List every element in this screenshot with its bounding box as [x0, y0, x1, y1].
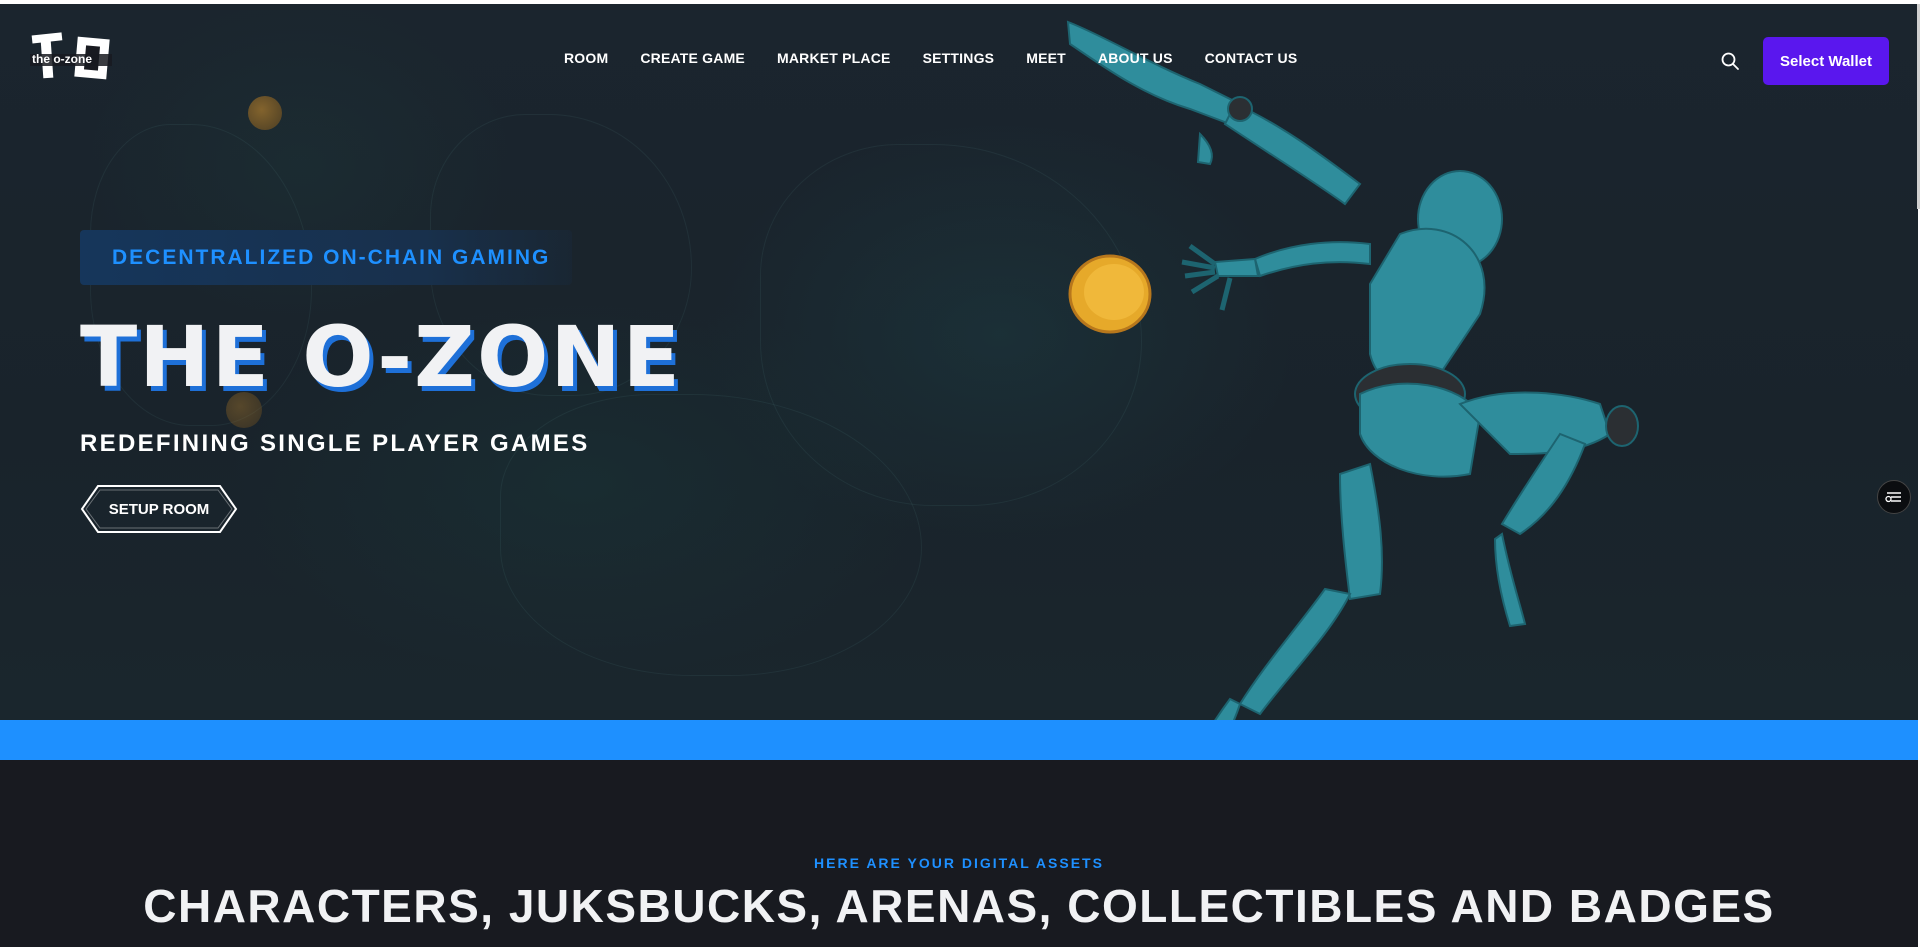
background-coin-icon [248, 96, 282, 130]
hero-accent-band [0, 720, 1918, 760]
hero-character-figure [1066, 20, 1639, 720]
setup-room-label: SETUP ROOM [108, 500, 210, 518]
hero-badge-text: DECENTRALIZED ON-CHAIN GAMING [112, 245, 551, 269]
search-icon[interactable] [1720, 51, 1740, 71]
nav-about-us[interactable]: ABOUT US [1098, 50, 1173, 66]
nav-market-place[interactable]: MARKET PLACE [777, 50, 891, 66]
setup-room-button[interactable]: SETUP ROOM [80, 484, 238, 534]
nav-meet[interactable]: MEET [1026, 50, 1066, 66]
main-nav: ROOM CREATE GAME MARKET PLACE SETTINGS M… [564, 50, 1329, 66]
nav-room[interactable]: ROOM [564, 50, 608, 66]
site-logo[interactable]: the o-zone [30, 32, 112, 84]
hero-title: THE O-ZONE [80, 308, 683, 406]
section-eyebrow: HERE ARE YOUR DIGITAL ASSETS [814, 855, 1104, 871]
logo-text: the o-zone [32, 52, 92, 66]
nav-settings[interactable]: SETTINGS [923, 50, 995, 66]
select-wallet-button[interactable]: Select Wallet [1763, 37, 1889, 85]
nav-contact-us[interactable]: CONTACT US [1205, 50, 1298, 66]
nav-create-game[interactable]: CREATE GAME [640, 50, 745, 66]
hero-badge: DECENTRALIZED ON-CHAIN GAMING [80, 230, 572, 285]
sliders-icon [1885, 492, 1901, 503]
floating-settings-widget[interactable] [1877, 480, 1911, 514]
section-title: CHARACTERS, JUKSBUCKS, ARENAS, COLLECTIB… [143, 880, 1775, 932]
hero-subtitle: REDEFINING SINGLE PLAYER GAMES [80, 430, 590, 457]
window-top-border [0, 0, 1920, 4]
